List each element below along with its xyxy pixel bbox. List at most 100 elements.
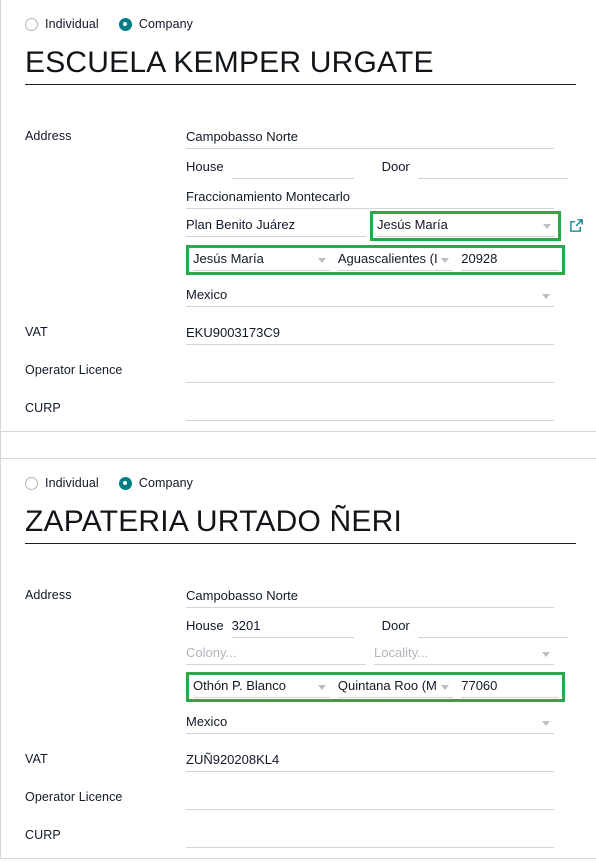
value-locality-1: Jesús María xyxy=(377,217,448,232)
value-street2-1: Fraccionamiento Montecarlo xyxy=(186,189,351,204)
label-operator-licence-1: Operator Licence xyxy=(25,363,123,377)
records-page: Individual Company ESCUELA KEMPER URGATE… xyxy=(0,0,596,859)
field-row-street2-1: Fraccionamiento Montecarlo xyxy=(25,179,596,209)
value-state-2: Quintana Roo (M xyxy=(337,678,437,693)
radio-option-individual-2[interactable]: Individual xyxy=(25,476,99,490)
input-vat-1[interactable]: EKU9003173C9 xyxy=(186,323,554,345)
input-curp-2[interactable] xyxy=(186,826,554,848)
input-operator-licence-2[interactable] xyxy=(186,788,554,810)
partner-type-radio-group-1[interactable]: Individual Company xyxy=(25,14,596,34)
value-country-1: Mexico xyxy=(186,287,228,302)
field-row-house-door-2: House 3201 Door xyxy=(25,608,596,638)
value-vat-2: ZUÑ920208KL4 xyxy=(186,752,280,767)
external-link-icon-1[interactable] xyxy=(569,218,584,233)
value-zip-1: 20928 xyxy=(461,251,498,266)
record-title-2[interactable]: ZAPATERIA URTADO ÑERI xyxy=(25,502,576,542)
field-row-curp-1: CURP xyxy=(25,391,596,421)
value-street-2: Campobasso Norte xyxy=(186,588,298,603)
field-row-street-1: Address Campobasso Norte xyxy=(25,119,596,149)
chevron-down-icon-country-2[interactable] xyxy=(542,721,550,726)
radio-label-individual-2: Individual xyxy=(45,476,99,490)
record-card-1: Individual Company ESCUELA KEMPER URGATE… xyxy=(0,0,596,432)
record-title-wrap-2: ZAPATERIA URTADO ÑERI xyxy=(25,502,576,544)
input-street-2[interactable]: Campobasso Norte xyxy=(186,586,554,608)
field-row-vat-1: VAT EKU9003173C9 xyxy=(25,315,596,345)
input-locality-1[interactable]: Jesús María xyxy=(377,215,555,237)
radio-option-company-1[interactable]: Company xyxy=(118,17,194,31)
input-zip-2[interactable]: 77060 xyxy=(461,676,559,698)
record-card-2: Individual Company ZAPATERIA URTADO ÑERI… xyxy=(0,458,596,859)
label-spacer4-2 xyxy=(25,684,186,690)
record-separator xyxy=(0,432,596,458)
label-spacer5-2 xyxy=(25,728,186,734)
label-spacer-2 xyxy=(25,632,186,638)
chevron-down-icon-country-1[interactable] xyxy=(542,294,550,299)
input-vat-2[interactable]: ZUÑ920208KL4 xyxy=(186,750,554,772)
field-row-street-2: Address Campobasso Norte xyxy=(25,578,596,608)
field-row-city-state-zip-1: Jesús María Aguascalientes (I 20928 xyxy=(25,243,596,277)
input-house-2[interactable]: 3201 xyxy=(231,616,354,638)
label-spacer3-1 xyxy=(25,223,186,229)
field-row-operator-licence-1: Operator Licence xyxy=(25,353,596,383)
input-country-1[interactable]: Mexico xyxy=(186,285,554,307)
input-street2-1[interactable]: Fraccionamiento Montecarlo xyxy=(186,187,554,209)
field-row-operator-licence-2: Operator Licence xyxy=(25,780,596,810)
field-row-house-door-1: House Door xyxy=(25,149,596,179)
field-row-country-2: Mexico xyxy=(25,704,596,734)
input-door-2[interactable] xyxy=(417,616,568,638)
label-door-2: Door xyxy=(381,618,410,633)
field-row-colony-locality-2: Colony... Locality... xyxy=(25,638,596,670)
value-city-2: Othón P. Blanco xyxy=(193,678,286,693)
chevron-down-icon-locality-2[interactable] xyxy=(542,652,550,657)
label-operator-licence-2: Operator Licence xyxy=(25,790,123,804)
input-city-1[interactable]: Jesús María xyxy=(193,249,330,271)
radio-option-individual-1[interactable]: Individual xyxy=(25,17,99,31)
value-zip-2: 77060 xyxy=(461,678,498,693)
chevron-down-icon-city-1[interactable] xyxy=(317,258,326,263)
highlight-box-city-state-zip-2: Othón P. Blanco Quintana Roo (M 77060 xyxy=(186,672,565,702)
partner-type-radio-group-2[interactable]: Individual Company xyxy=(25,473,596,493)
value-city-1: Jesús María xyxy=(193,251,264,266)
field-row-vat-2: VAT ZUÑ920208KL4 xyxy=(25,742,596,772)
radio-company-icon-2[interactable] xyxy=(118,476,132,490)
input-city-2[interactable]: Othón P. Blanco xyxy=(193,676,330,698)
value-state-1: Aguascalientes (I xyxy=(337,251,438,266)
input-zip-1[interactable]: 20928 xyxy=(461,249,559,271)
label-spacer4-1 xyxy=(25,257,186,263)
radio-individual-icon-2[interactable] xyxy=(25,476,38,490)
label-spacer3-2 xyxy=(25,651,186,657)
radio-option-company-2[interactable]: Company xyxy=(118,476,193,490)
chevron-down-icon-locality-1[interactable] xyxy=(543,224,551,229)
input-locality-2[interactable]: Locality... xyxy=(374,643,554,665)
title-underline-1 xyxy=(25,84,576,85)
label-house-1: House xyxy=(186,159,224,174)
input-country-2[interactable]: Mexico xyxy=(186,712,554,734)
highlight-box-city-state-zip-1: Jesús María Aguascalientes (I 20928 xyxy=(186,245,565,275)
label-house-2: House xyxy=(186,618,224,633)
input-curp-1[interactable] xyxy=(186,399,554,421)
radio-label-company-1: Company xyxy=(138,17,194,31)
radio-label-individual-1: Individual xyxy=(45,17,99,31)
input-operator-licence-1[interactable] xyxy=(186,361,554,383)
input-house-1[interactable] xyxy=(231,157,354,179)
chevron-down-icon-state-1[interactable] xyxy=(441,258,450,263)
radio-individual-icon-1[interactable] xyxy=(25,17,38,31)
radio-company-icon-1[interactable] xyxy=(118,17,132,31)
title-underline-2 xyxy=(25,543,576,544)
address-form-1: Address Campobasso Norte House Door Frac… xyxy=(25,119,596,421)
label-curp-2: CURP xyxy=(25,828,61,842)
label-address-1: Address xyxy=(25,129,72,143)
label-vat-1: VAT xyxy=(25,325,48,339)
input-colony-1[interactable]: Plan Benito Juárez xyxy=(186,215,366,237)
input-street-1[interactable]: Campobasso Norte xyxy=(186,127,554,149)
input-state-1[interactable]: Aguascalientes (I xyxy=(337,249,454,271)
input-door-1[interactable] xyxy=(417,157,568,179)
record-title-wrap-1: ESCUELA KEMPER URGATE xyxy=(25,43,576,85)
value-house-2: 3201 xyxy=(231,618,261,633)
chevron-down-icon-state-2[interactable] xyxy=(441,685,450,690)
input-colony-2[interactable]: Colony... xyxy=(186,643,366,665)
record-title-1[interactable]: ESCUELA KEMPER URGATE xyxy=(25,43,576,83)
chevron-down-icon-city-2[interactable] xyxy=(317,685,326,690)
input-state-2[interactable]: Quintana Roo (M xyxy=(337,676,454,698)
field-row-country-1: Mexico xyxy=(25,277,596,307)
